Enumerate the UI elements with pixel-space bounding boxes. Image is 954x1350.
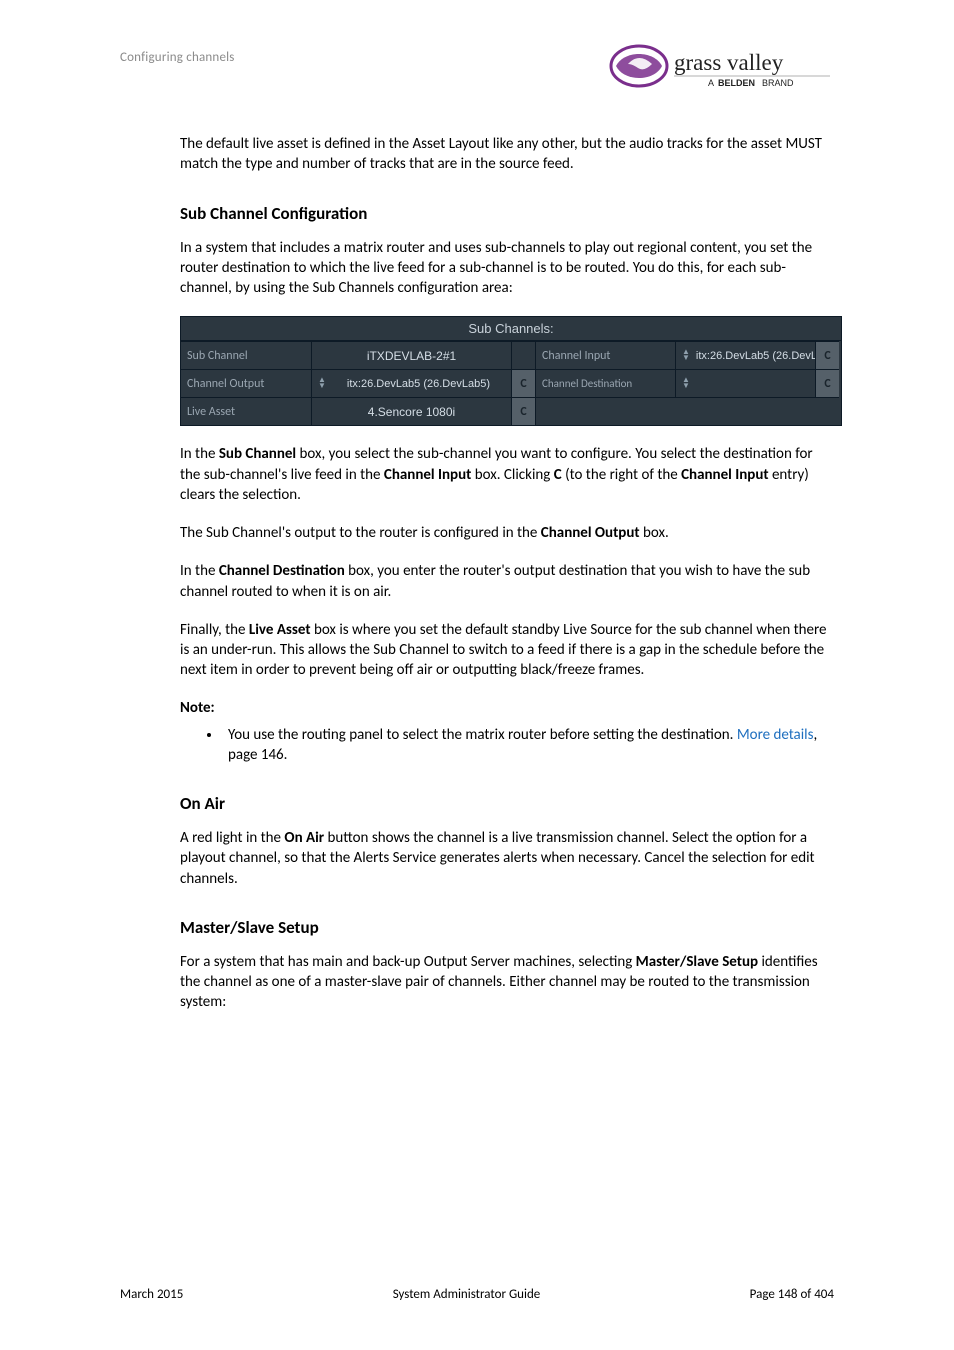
subchannel-para3: The Sub Channel's output to the router i… <box>180 523 834 543</box>
note-bullet: You use the routing panel to select the … <box>222 725 834 766</box>
svg-text:A: A <box>708 78 714 88</box>
label-live-asset: Live Asset <box>181 397 311 425</box>
spacer <box>511 341 535 369</box>
clear-channel-destination-button[interactable]: C <box>815 369 839 397</box>
masterslave-para: For a system that has main and back-up O… <box>180 952 834 1013</box>
masterslave-heading: Master/Slave Setup <box>180 917 834 938</box>
intro-paragraph: The default live asset is defined in the… <box>180 134 834 175</box>
header-section-label: Configuring channels <box>120 40 235 65</box>
clear-channel-input-button[interactable]: C <box>815 341 839 369</box>
select-channel-destination[interactable]: ▲▼ <box>675 369 815 397</box>
brand-logo: grass valley A BELDEN BRAND <box>604 40 834 98</box>
note-label: Note: <box>180 699 834 717</box>
spinner-icon[interactable]: ▲▼ <box>682 378 690 390</box>
value-live-asset: 4.Sencore 1080i <box>318 405 505 419</box>
page-header: Configuring channels grass valley A BELD… <box>120 40 834 98</box>
more-details-link[interactable]: More details <box>737 726 814 744</box>
clear-live-asset-button[interactable]: C <box>511 397 535 425</box>
spacer <box>535 397 839 425</box>
grassvalley-logo-icon: grass valley A BELDEN BRAND <box>604 40 834 98</box>
subchannel-heading: Sub Channel Configuration <box>180 203 834 224</box>
footer-title: System Administrator Guide <box>393 1287 541 1302</box>
onair-para: A red light in the On Air button shows t… <box>180 828 834 889</box>
panel-title: Sub Channels: <box>181 317 841 341</box>
value-channel-output: itx:26.DevLab5 (26.DevLab5) <box>332 378 505 390</box>
svg-text:BRAND: BRAND <box>762 78 794 88</box>
select-channel-input[interactable]: ▲▼ itx:26.DevLab5 (26.DevLab5) <box>675 341 815 369</box>
spinner-icon[interactable]: ▲▼ <box>318 378 326 390</box>
subchannel-para2: In the Sub Channel box, you select the s… <box>180 444 834 505</box>
subchannels-panel: Sub Channels: Sub Channel iTXDEVLAB-2#1 … <box>180 316 842 426</box>
select-sub-channel[interactable]: iTXDEVLAB-2#1 <box>311 341 511 369</box>
label-channel-output: Channel Output <box>181 369 311 397</box>
spinner-icon[interactable]: ▲▼ <box>682 350 690 362</box>
label-channel-input: Channel Input <box>535 341 675 369</box>
footer-date: March 2015 <box>120 1287 183 1302</box>
select-channel-output[interactable]: ▲▼ itx:26.DevLab5 (26.DevLab5) <box>311 369 511 397</box>
onair-heading: On Air <box>180 793 834 814</box>
subchannel-para5: Finally, the Live Asset box is where you… <box>180 620 834 681</box>
subchannel-para1: In a system that includes a matrix route… <box>180 238 834 299</box>
value-sub-channel: iTXDEVLAB-2#1 <box>318 349 505 363</box>
subchannel-para4: In the Channel Destination box, you ente… <box>180 561 834 602</box>
label-sub-channel: Sub Channel <box>181 341 311 369</box>
note-list: You use the routing panel to select the … <box>180 725 834 766</box>
svg-text:grass valley: grass valley <box>674 50 784 75</box>
select-live-asset[interactable]: 4.Sencore 1080i <box>311 397 511 425</box>
svg-text:BELDEN: BELDEN <box>718 78 755 88</box>
footer-page: Page 148 of 404 <box>750 1287 834 1302</box>
clear-channel-output-button[interactable]: C <box>511 369 535 397</box>
page-footer: March 2015 System Administrator Guide Pa… <box>120 1287 834 1302</box>
label-channel-destination: Channel Destination <box>535 369 675 397</box>
value-channel-input: itx:26.DevLab5 (26.DevLab5) <box>696 350 815 362</box>
